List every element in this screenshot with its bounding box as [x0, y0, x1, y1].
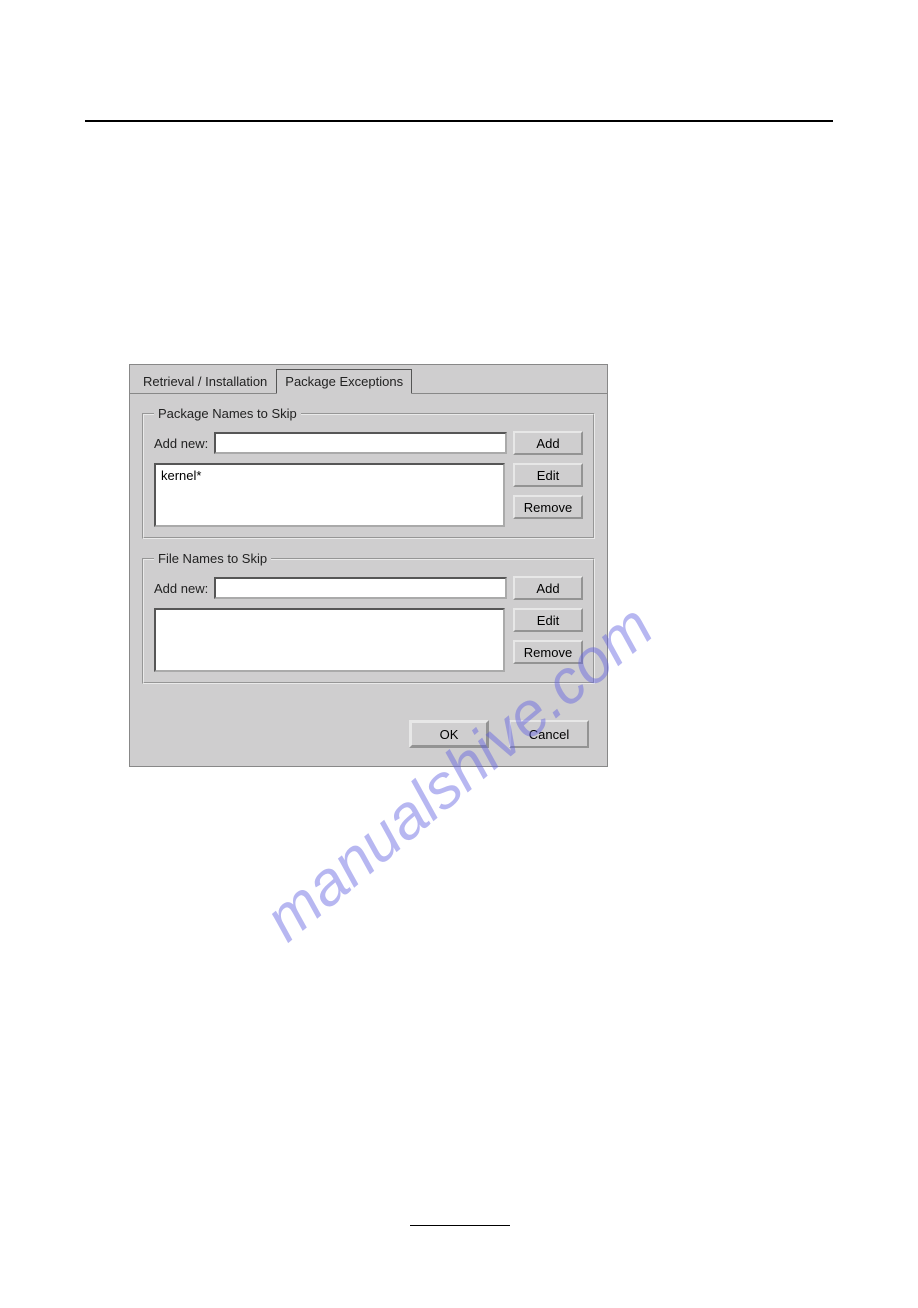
file-add-label: Add new:	[154, 581, 208, 596]
tab-package-exceptions[interactable]: Package Exceptions	[276, 369, 412, 394]
file-edit-button[interactable]: Edit	[513, 608, 583, 632]
file-add-input[interactable]	[214, 577, 507, 599]
tab-bar: Retrieval / Installation Package Excepti…	[130, 365, 607, 394]
list-item[interactable]: kernel*	[161, 468, 498, 483]
page-rule-top	[85, 120, 833, 122]
package-list[interactable]: kernel*	[154, 463, 505, 527]
package-list-row: kernel* Edit Remove	[154, 463, 583, 527]
page-rule-bottom	[410, 1225, 510, 1226]
package-edit-button[interactable]: Edit	[513, 463, 583, 487]
package-list-buttons: Edit Remove	[513, 463, 583, 527]
panel-package-exceptions: Package Names to Skip Add new: Add kerne…	[130, 394, 607, 708]
cancel-button[interactable]: Cancel	[509, 720, 589, 748]
dialog-footer: OK Cancel	[130, 708, 607, 766]
file-add-button[interactable]: Add	[513, 576, 583, 600]
group-file-names-legend: File Names to Skip	[154, 551, 271, 566]
ok-button[interactable]: OK	[409, 720, 489, 748]
package-add-button[interactable]: Add	[513, 431, 583, 455]
package-add-label: Add new:	[154, 436, 208, 451]
file-add-row: Add new: Add	[154, 576, 583, 600]
package-remove-button[interactable]: Remove	[513, 495, 583, 519]
group-package-names: Package Names to Skip Add new: Add kerne…	[142, 406, 595, 539]
package-add-input[interactable]	[214, 432, 507, 454]
file-list-row: Edit Remove	[154, 608, 583, 672]
file-list[interactable]	[154, 608, 505, 672]
tab-retrieval-installation[interactable]: Retrieval / Installation	[134, 369, 276, 394]
file-remove-button[interactable]: Remove	[513, 640, 583, 664]
package-add-row: Add new: Add	[154, 431, 583, 455]
file-list-buttons: Edit Remove	[513, 608, 583, 672]
group-file-names: File Names to Skip Add new: Add Edit Rem…	[142, 551, 595, 684]
preferences-dialog: Retrieval / Installation Package Excepti…	[129, 364, 608, 767]
group-package-names-legend: Package Names to Skip	[154, 406, 301, 421]
